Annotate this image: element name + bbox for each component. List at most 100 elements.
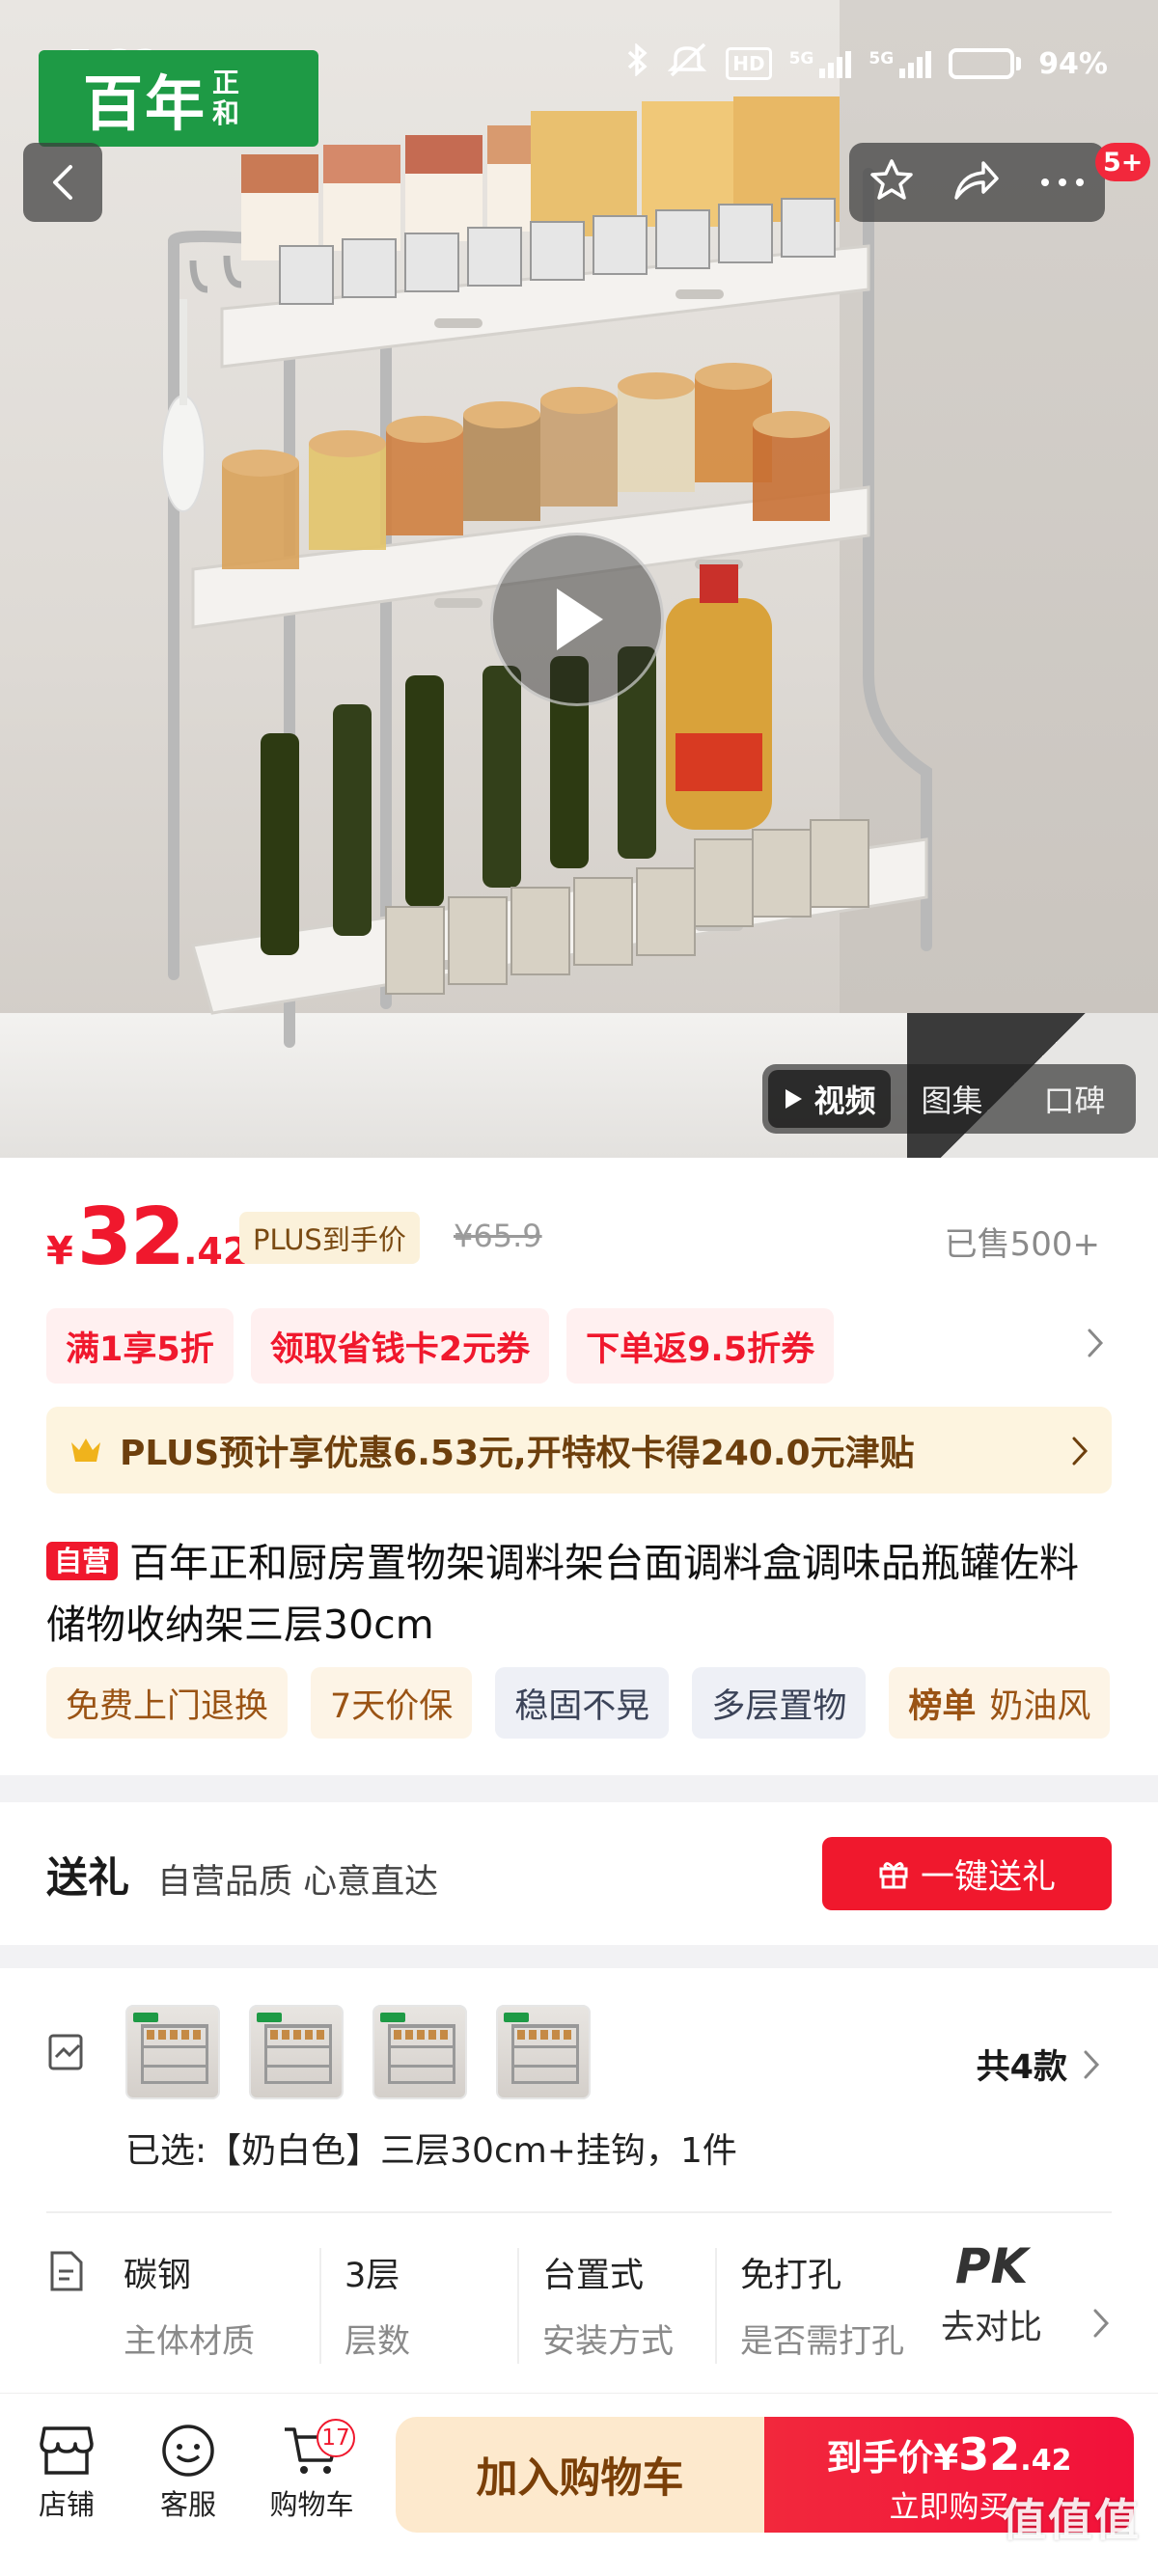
variant-thumbnail[interactable] <box>125 2005 220 2099</box>
variant-count-label: 共4款 <box>976 2048 1067 2087</box>
battery-icon <box>949 48 1022 79</box>
product-info-card: ¥ 32 .42 PLUS到手价 ¥65.9 已售500+ 满1享5折 领取省钱… <box>0 1158 1158 1775</box>
buy-now-currency: ¥ <box>933 2437 959 2479</box>
feature-tags: 免费上门退换 7天价保 稳固不晃 多层置物 榜单 奶油风 <box>46 1667 1111 1739</box>
price-integer: 32 <box>76 1192 185 1283</box>
signal-icon-2: 5G <box>868 49 932 78</box>
add-to-cart-button[interactable]: 加入购物车 <box>396 2417 764 2533</box>
plus-banner[interactable]: PLUS预计享优惠6.53元,开特权卡得240.0元津贴 <box>46 1407 1112 1494</box>
tab-video[interactable]: 视频 <box>768 1070 891 1128</box>
product-hero-image[interactable]: 5:32 HD 5G 5G 94% 百年 正和 <box>0 0 1158 1158</box>
spec-item: 3层 层数 <box>321 2248 519 2364</box>
feature-tag[interactable]: 多层置物 <box>692 1667 867 1739</box>
price: ¥ 32 .42 <box>46 1198 248 1277</box>
variant-count[interactable]: 共4款 <box>977 2040 1100 2089</box>
price-currency: ¥ <box>46 1229 73 1274</box>
spec-value: 碳钢 <box>124 2257 192 2295</box>
spec-key: 是否需打孔 <box>740 2322 904 2361</box>
hd-voice-icon: HD <box>726 47 772 80</box>
brand-logo: 百年 正和 <box>39 50 318 147</box>
spec-key: 安装方式 <box>542 2322 674 2361</box>
coupon-item[interactable]: 满1享5折 <box>46 1308 234 1384</box>
brand-logo-small: 正和 <box>212 67 240 129</box>
spec-value: 免打孔 <box>740 2257 842 2295</box>
bottom-action-bar: 店铺 客服 购物车 17 加入购物车 到手价¥32.42 立即购买 值值值 zh… <box>0 2393 1158 2576</box>
signal-network-label-2: 5G <box>868 49 895 69</box>
play-video-button[interactable] <box>490 533 664 706</box>
divider <box>46 2211 1112 2213</box>
product-title-text: 百年正和厨房置物架调料架台面调料盒调味品瓶罐佐料储物收纳架三层30cm <box>46 1540 1080 1648</box>
buy-now-integer: 32 <box>958 2428 1021 2480</box>
spec-value: 台置式 <box>542 2257 645 2295</box>
topbar-actions <box>849 143 1105 222</box>
rank-tag[interactable]: 榜单 奶油风 <box>889 1667 1111 1739</box>
chevron-right-icon[interactable] <box>1092 2308 1110 2343</box>
play-icon <box>557 589 603 650</box>
watermark-url: zhizhizhi.com <box>1022 2549 1120 2566</box>
spec-item: 台置式 安装方式 <box>519 2248 717 2364</box>
sold-count: 已售500+ <box>944 1225 1100 1264</box>
buy-now-price-prefix: 到手价 <box>826 2437 934 2479</box>
gift-title: 送礼 <box>46 1854 129 1903</box>
more-button[interactable] <box>1039 174 1086 192</box>
site-watermark: 值值值 zhizhizhi.com <box>1002 2485 1141 2566</box>
spec-item: 免打孔 是否需打孔 <box>717 2248 915 2364</box>
back-button[interactable] <box>23 143 102 222</box>
variant-icon <box>46 2032 87 2076</box>
spec-value: 3层 <box>345 2257 400 2295</box>
selected-variant[interactable]: 已选:【奶白色】三层30cm+挂钩，1件 <box>125 2123 737 2173</box>
signal-network-label: 5G <box>788 49 814 69</box>
feature-tag[interactable]: 7天价保 <box>311 1667 473 1739</box>
status-icons: HD 5G 5G 94% <box>623 42 1108 85</box>
buy-now-price: 到手价¥32.42 <box>764 2428 1134 2480</box>
tab-reviews[interactable]: 口碑 <box>1013 1077 1136 1121</box>
brand-logo-big: 百年 <box>83 69 207 139</box>
media-tabs: 视频 图集 口碑 <box>762 1064 1136 1134</box>
gift-subtitle: 自营品质 心意直达 <box>157 1863 439 1902</box>
signal-icon: 5G <box>789 49 852 78</box>
product-title: 自营 百年正和厨房置物架调料架台面调料盒调味品瓶罐佐料储物收纳架三层30cm <box>46 1532 1117 1656</box>
bluetooth-icon <box>623 42 650 84</box>
notification-badge: 5+ <box>1095 143 1151 181</box>
self-operated-tag: 自营 <box>46 1542 119 1580</box>
coupon-item[interactable]: 下单返9.5折券 <box>566 1308 835 1384</box>
share-button[interactable] <box>952 159 1001 206</box>
tab-gallery[interactable]: 图集 <box>891 1077 1013 1121</box>
compare-label: 去对比 <box>941 2309 1043 2347</box>
cart-count-badge: 17 <box>317 2419 355 2457</box>
customer-service-icon <box>162 2425 214 2477</box>
coupon-item[interactable]: 领取省钱卡2元券 <box>250 1308 550 1384</box>
nav-service-label: 客服 <box>159 2488 216 2521</box>
chevron-right-icon <box>1084 2050 1100 2078</box>
coupon-row[interactable]: 满1享5折 领取省钱卡2元券 下单返9.5折券 <box>46 1308 835 1384</box>
variant-thumbnail[interactable] <box>249 2005 344 2099</box>
variant-thumbnail[interactable] <box>496 2005 591 2099</box>
spec-item: 碳钢 主体材质 <box>124 2248 321 2364</box>
crown-icon <box>71 1439 100 1462</box>
chevron-right-icon[interactable] <box>1087 1328 1104 1362</box>
store-icon <box>40 2426 94 2475</box>
feature-tag[interactable]: 免费上门退换 <box>46 1667 289 1739</box>
compare-button[interactable]: PK 去对比 <box>941 2238 1042 2349</box>
spec-key: 主体材质 <box>124 2322 255 2361</box>
variant-thumbnail[interactable] <box>372 2005 467 2099</box>
favorite-button[interactable] <box>868 157 915 207</box>
nav-store-label: 店铺 <box>38 2488 95 2521</box>
nav-cart[interactable]: 购物车 17 <box>259 2419 365 2523</box>
nav-store[interactable]: 店铺 <box>14 2419 120 2523</box>
plus-banner-text: PLUS预计享优惠6.53元,开特权卡得240.0元津贴 <box>120 1434 915 1473</box>
share-icon <box>954 161 1000 200</box>
gift-icon <box>879 1862 908 1889</box>
watermark-logo: 值值值 <box>1002 2494 1141 2546</box>
spec-list[interactable]: 碳钢 主体材质 3层 层数 台置式 安装方式 免打孔 是否需打孔 <box>124 2248 915 2364</box>
send-gift-button[interactable]: 一键送礼 <box>822 1837 1112 1910</box>
star-icon <box>870 159 913 200</box>
battery-level: 94% <box>1038 46 1108 81</box>
plus-price-tag: PLUS到手价 <box>239 1212 420 1264</box>
specs-icon <box>46 2250 85 2296</box>
nav-cart-label: 购物车 <box>269 2488 354 2521</box>
mute-icon <box>668 42 708 85</box>
nav-service[interactable]: 客服 <box>135 2419 241 2523</box>
feature-tag[interactable]: 稳固不晃 <box>495 1667 670 1739</box>
more-dots-icon <box>1041 178 1085 186</box>
